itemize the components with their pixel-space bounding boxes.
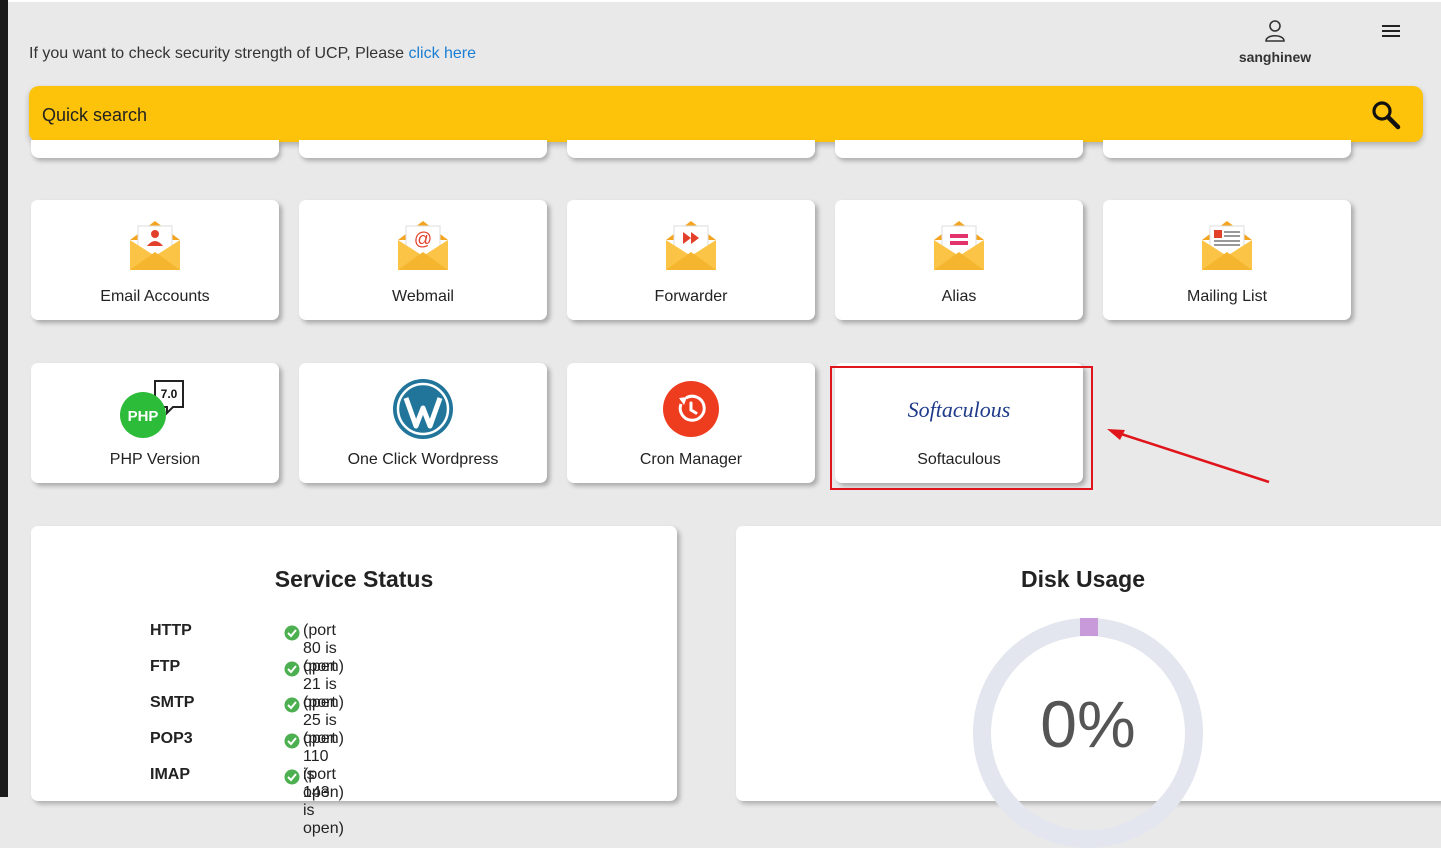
service-status-title: Service Status bbox=[274, 566, 434, 592]
user-menu[interactable]: sanghinew bbox=[1230, 18, 1320, 65]
check-icon bbox=[284, 625, 300, 641]
quick-search-input[interactable] bbox=[40, 86, 1344, 144]
tile-partial bbox=[1103, 140, 1351, 158]
check-icon bbox=[284, 661, 300, 677]
mailing-list-icon bbox=[1202, 221, 1252, 270]
quick-search-bar bbox=[29, 86, 1423, 144]
tile-label: Email Accounts bbox=[100, 288, 210, 305]
notice-text: If you want to check security strength o… bbox=[29, 45, 409, 62]
tile-label: Forwarder bbox=[654, 288, 728, 305]
disk-usage-title: Disk Usage bbox=[1020, 566, 1145, 592]
search-icon[interactable] bbox=[1371, 100, 1401, 130]
tile-forwarder[interactable]: Forwarder bbox=[567, 200, 815, 320]
tile-partial bbox=[567, 140, 815, 158]
php-icon: 7.0 PHP bbox=[120, 380, 184, 438]
highlight-box bbox=[830, 366, 1093, 490]
service-name: IMAP bbox=[150, 766, 190, 783]
check-icon bbox=[284, 733, 300, 749]
check-icon bbox=[284, 769, 300, 785]
disk-usage-panel: Disk Usage 0% bbox=[736, 526, 1441, 848]
service-name: POP3 bbox=[150, 730, 193, 747]
user-icon bbox=[1265, 20, 1285, 42]
hamburger-menu-icon[interactable] bbox=[1382, 22, 1400, 42]
security-notice: If you want to check security strength o… bbox=[29, 45, 476, 63]
tile-email-accounts[interactable]: Email Accounts bbox=[31, 200, 279, 320]
username: sanghinew bbox=[1238, 49, 1312, 65]
tile-label: One Click Wordpress bbox=[347, 451, 499, 468]
tile-webmail[interactable]: @ Webmail bbox=[299, 200, 547, 320]
service-status-panel: Service Status HTTP (port 80 is open) FT… bbox=[31, 526, 677, 837]
disk-usage-marker bbox=[1080, 618, 1098, 636]
tile-label: Cron Manager bbox=[639, 451, 743, 468]
tile-php-version[interactable]: 7.0 PHP PHP Version bbox=[31, 363, 279, 483]
window-edge bbox=[0, 0, 8, 797]
tile-cron-manager[interactable]: Cron Manager bbox=[567, 363, 815, 483]
service-name: SMTP bbox=[150, 694, 195, 711]
annotation-arrow bbox=[1107, 429, 1270, 484]
tile-partial bbox=[835, 140, 1083, 158]
tile-partial bbox=[31, 140, 279, 158]
webmail-icon: @ bbox=[398, 221, 448, 270]
tile-label: PHP Version bbox=[109, 451, 201, 468]
tile-mailing-list[interactable]: Mailing List bbox=[1103, 200, 1351, 320]
cron-icon bbox=[663, 381, 719, 437]
tile-alias[interactable]: Alias bbox=[835, 200, 1083, 320]
tile-label: Mailing List bbox=[1186, 288, 1268, 305]
click-here-link[interactable]: click here bbox=[408, 45, 476, 62]
service-name: FTP bbox=[150, 658, 181, 675]
tile-label: Alias bbox=[941, 288, 977, 305]
svg-text:7.0: 7.0 bbox=[161, 387, 178, 401]
svg-text:PHP: PHP bbox=[128, 408, 159, 425]
alias-icon bbox=[934, 221, 984, 270]
tile-one-click-wordpress[interactable]: One Click Wordpress bbox=[299, 363, 547, 483]
service-status: (port 143 is open) bbox=[303, 766, 344, 837]
email-accounts-icon bbox=[130, 221, 180, 270]
tile-label: Webmail bbox=[392, 288, 454, 305]
forwarder-icon bbox=[666, 221, 716, 270]
disk-usage-percent: 0% bbox=[1040, 687, 1136, 761]
wordpress-icon bbox=[393, 379, 453, 439]
window-top-edge bbox=[8, 0, 1441, 2]
service-name: HTTP bbox=[150, 622, 192, 639]
check-icon bbox=[284, 697, 300, 713]
tile-partial bbox=[299, 140, 547, 158]
svg-text:@: @ bbox=[414, 229, 432, 249]
